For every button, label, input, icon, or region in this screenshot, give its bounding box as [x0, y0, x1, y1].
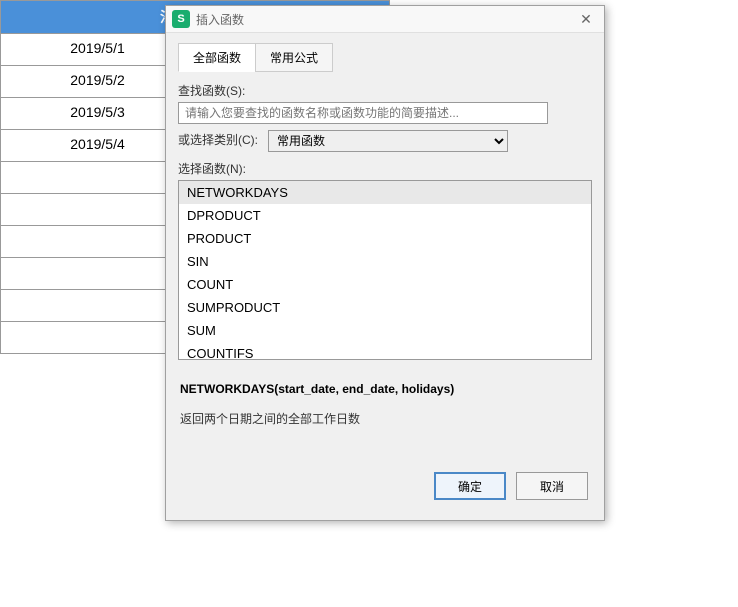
titlebar-left: S 插入函数 [172, 10, 244, 28]
dialog-body: 全部函数 常用公式 查找函数(S): 或选择类别(C): 常用函数 选择函数(N… [166, 33, 604, 520]
close-button[interactable]: ✕ [574, 10, 598, 28]
cancel-button[interactable]: 取消 [516, 472, 588, 500]
select-func-label: 选择函数(N): [178, 160, 592, 177]
category-row: 或选择类别(C): 常用函数 [178, 130, 592, 152]
ok-button[interactable]: 确定 [434, 472, 506, 500]
function-item[interactable]: NETWORKDAYS [179, 181, 591, 204]
category-select[interactable]: 常用函数 [268, 130, 508, 152]
search-label: 查找函数(S): [178, 82, 592, 99]
description-area: NETWORKDAYS(start_date, end_date, holida… [178, 366, 592, 466]
dialog-titlebar[interactable]: S 插入函数 ✕ [166, 6, 604, 33]
category-label: 或选择类别(C): [178, 131, 258, 148]
dialog-title: 插入函数 [196, 11, 244, 28]
function-item[interactable]: DPRODUCT [179, 204, 591, 227]
function-description: 返回两个日期之间的全部工作日数 [180, 410, 590, 427]
search-row: 查找函数(S): [178, 82, 592, 124]
tabs: 全部函数 常用公式 [178, 43, 592, 72]
function-item[interactable]: COUNTIFS [179, 342, 591, 360]
tab-all-functions[interactable]: 全部函数 [178, 43, 256, 72]
app-icon: S [172, 10, 190, 28]
function-item[interactable]: SIN [179, 250, 591, 273]
close-icon: ✕ [580, 11, 592, 28]
function-item[interactable]: COUNT [179, 273, 591, 296]
search-input[interactable] [178, 102, 548, 124]
function-listbox[interactable]: NETWORKDAYS DPRODUCT PRODUCT SIN COUNT S… [178, 180, 592, 360]
insert-function-dialog: S 插入函数 ✕ 全部函数 常用公式 查找函数(S): 或选择类别(C): 常用… [165, 5, 605, 521]
function-item[interactable]: SUM [179, 319, 591, 342]
function-signature: NETWORKDAYS(start_date, end_date, holida… [180, 382, 590, 396]
function-item[interactable]: PRODUCT [179, 227, 591, 250]
button-row: 确定 取消 [178, 466, 592, 510]
function-item[interactable]: SUMPRODUCT [179, 296, 591, 319]
tab-common-formulas[interactable]: 常用公式 [255, 43, 333, 72]
select-func-row: 选择函数(N): NETWORKDAYS DPRODUCT PRODUCT SI… [178, 160, 592, 360]
